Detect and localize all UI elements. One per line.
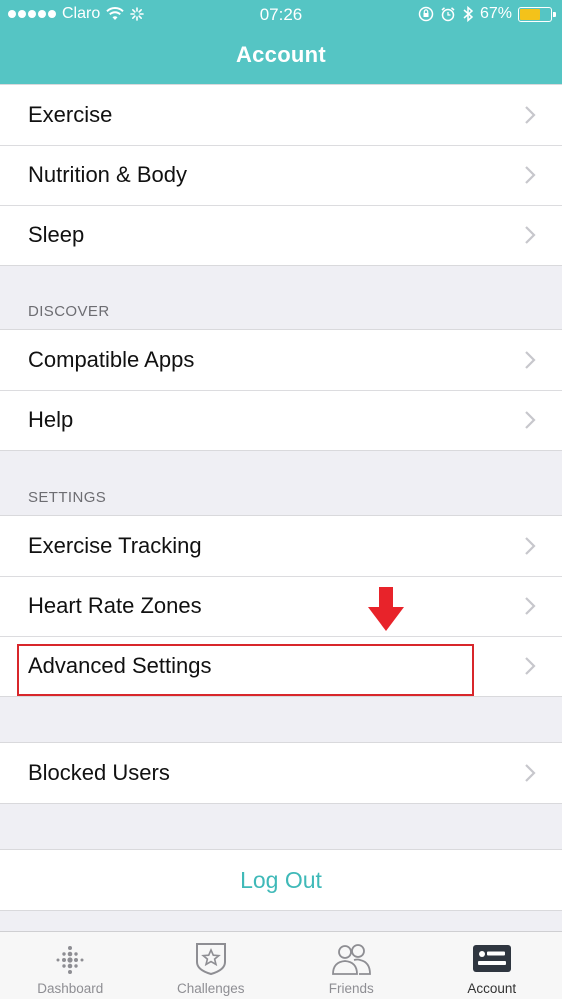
- privacy-group: Blocked Users: [0, 742, 562, 804]
- alarm-clock-icon: [441, 7, 455, 22]
- tab-label: Dashboard: [37, 981, 104, 996]
- list-item-label: Exercise Tracking: [28, 533, 202, 558]
- battery-percent: 67%: [479, 5, 512, 22]
- list-item-heart-rate-zones[interactable]: Heart Rate Zones: [0, 576, 562, 636]
- chevron-right-icon: [525, 411, 536, 429]
- tab-friends[interactable]: Friends: [281, 932, 422, 999]
- logout-button[interactable]: Log Out: [0, 850, 562, 910]
- highlight-annotation-box: [17, 644, 474, 696]
- list-item-help[interactable]: Help: [0, 390, 562, 450]
- status-bar: Claro 07:26 67%: [0, 0, 562, 30]
- app-header: Claro 07:26 67% Account: [0, 0, 562, 87]
- list-item-exercise-tracking[interactable]: Exercise Tracking: [0, 516, 562, 576]
- section-header-settings: SETTINGS: [28, 489, 107, 506]
- tab-bar: Dashboard Challenges Friends Account: [0, 931, 562, 999]
- list-item-label: Compatible Apps: [28, 347, 195, 372]
- tab-label: Challenges: [176, 981, 245, 996]
- challenges-star-badge-icon: [195, 943, 226, 976]
- tab-label: Account: [467, 981, 517, 996]
- page-title: Account: [235, 42, 327, 67]
- chevron-right-icon: [525, 657, 536, 675]
- chevron-right-icon: [525, 597, 536, 615]
- dashboard-dots-icon: [56, 946, 84, 974]
- list-item-label: Nutrition & Body: [28, 162, 187, 187]
- list-item-compatible-apps[interactable]: Compatible Apps: [0, 330, 562, 390]
- rotation-lock-icon: [418, 6, 434, 22]
- list-item-blocked-users[interactable]: Blocked Users: [0, 743, 562, 803]
- chevron-right-icon: [525, 166, 536, 184]
- list-item-exercise[interactable]: Exercise: [0, 85, 562, 145]
- tab-account[interactable]: Account: [422, 932, 562, 999]
- goals-group: Exercise Nutrition & Body Sleep: [0, 84, 562, 266]
- list-item-label: Help: [28, 407, 74, 432]
- battery-level-fill: [520, 8, 541, 20]
- session-group: Log Out: [0, 849, 562, 911]
- chevron-right-icon: [525, 226, 536, 244]
- battery-icon: [518, 6, 556, 22]
- status-right: 67%: [418, 5, 556, 23]
- list-item-label: Heart Rate Zones: [28, 593, 202, 618]
- list-item-sleep[interactable]: Sleep: [0, 205, 562, 265]
- chevron-right-icon: [525, 351, 536, 369]
- bluetooth-icon: [463, 5, 474, 23]
- section-header-discover: DISCOVER: [28, 303, 110, 320]
- chevron-right-icon: [525, 537, 536, 555]
- account-card-icon: [472, 945, 511, 972]
- list-item-nutrition-body[interactable]: Nutrition & Body: [0, 145, 562, 205]
- list-item-label: Blocked Users: [28, 760, 170, 785]
- tab-challenges[interactable]: Challenges: [141, 932, 282, 999]
- chevron-right-icon: [525, 106, 536, 124]
- red-down-arrow-icon: [368, 587, 404, 631]
- tab-label: Friends: [328, 981, 374, 996]
- tab-dashboard[interactable]: Dashboard: [0, 932, 141, 999]
- list-item-label: Sleep: [28, 222, 85, 247]
- list-item-label: Exercise: [28, 102, 113, 127]
- friends-icon: [332, 944, 372, 975]
- chevron-right-icon: [525, 764, 536, 782]
- discover-group: Compatible Apps Help: [0, 329, 562, 451]
